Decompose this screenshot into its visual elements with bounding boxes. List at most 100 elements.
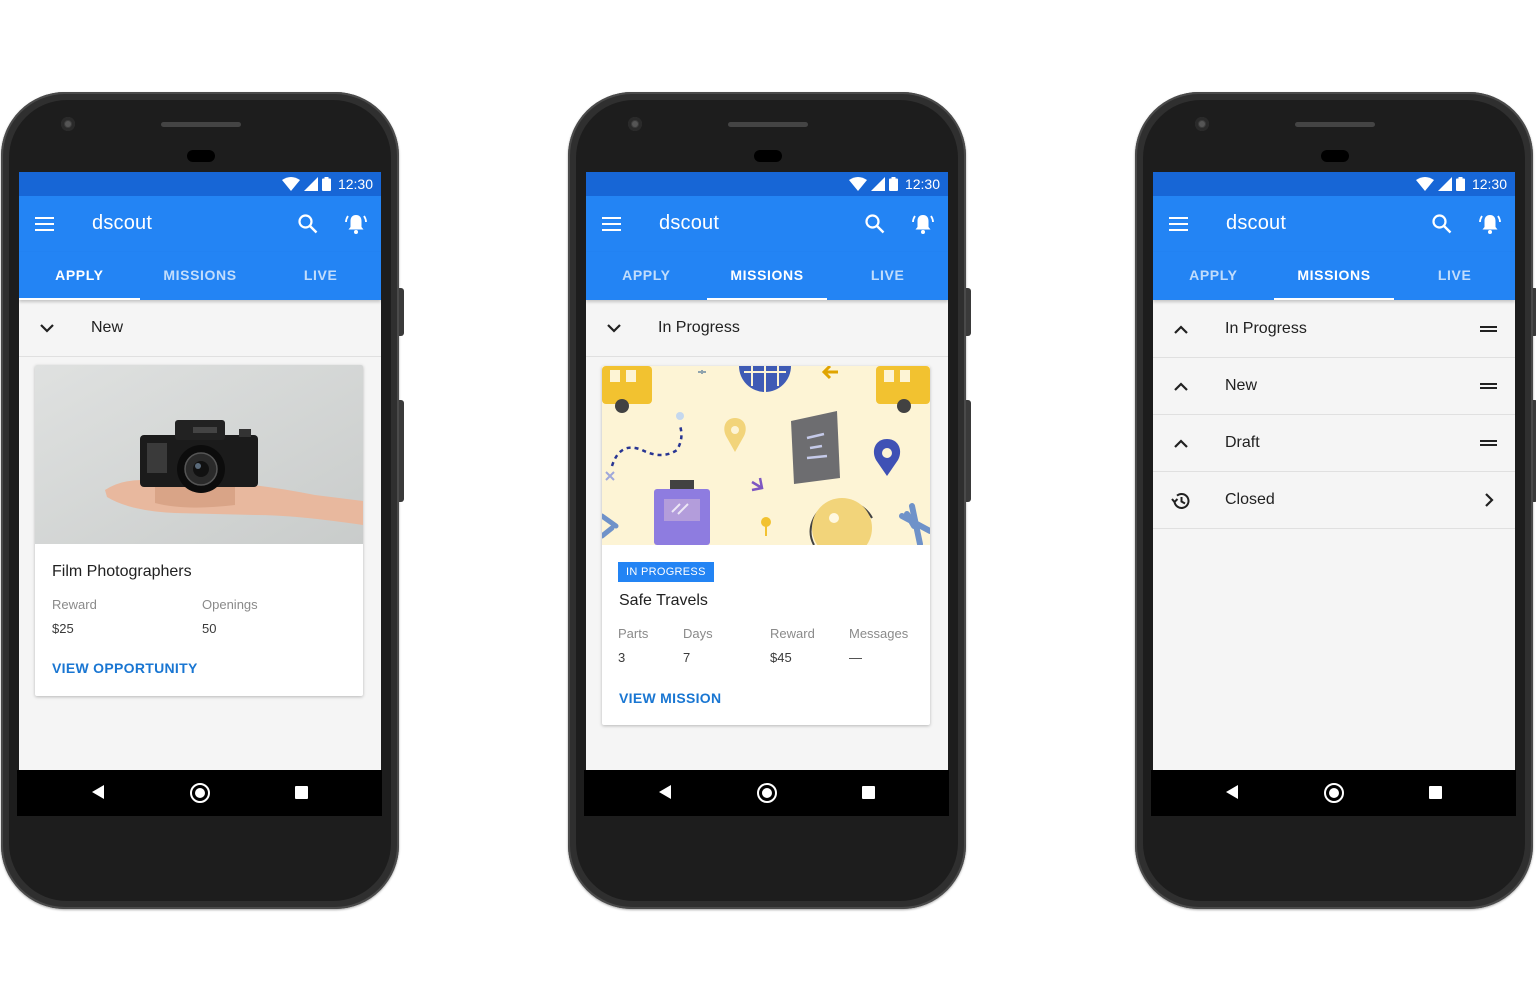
openings-label: Openings [202, 597, 258, 612]
app-bar: dscout [19, 196, 381, 252]
tab-bar: APPLY MISSIONS LIVE [1153, 252, 1515, 300]
parts-value: 3 [618, 650, 626, 665]
front-camera [628, 117, 642, 131]
tab-live[interactable]: LIVE [827, 252, 948, 300]
tab-missions[interactable]: MISSIONS [706, 252, 828, 300]
screen-missions: 12:30 dscout APPLY MISSIONS LIVE In Prog… [586, 172, 948, 815]
notification-bell-icon[interactable] [911, 212, 935, 236]
mission-card[interactable]: IN PROGRESS Safe Travels Parts 3 Days 7 … [602, 366, 930, 725]
home-icon[interactable] [190, 783, 210, 803]
status-time: 12:30 [337, 176, 373, 192]
section-row-new[interactable]: New [1153, 358, 1515, 415]
power-button [399, 288, 404, 336]
tab-apply[interactable]: APPLY [1153, 252, 1274, 300]
tab-missions[interactable]: MISSIONS [1273, 252, 1395, 300]
recent-apps-icon[interactable] [862, 786, 875, 799]
section-label: In Progress [658, 319, 740, 336]
status-bar: 12:30 [1153, 172, 1515, 196]
status-time: 12:30 [1471, 176, 1507, 192]
tab-bar: APPLY MISSIONS LIVE [19, 252, 381, 300]
wifi-icon [1415, 177, 1434, 191]
reward-value: $25 [52, 621, 74, 636]
drag-handle-icon[interactable] [1479, 376, 1499, 396]
section-header-in-progress[interactable]: In Progress [586, 300, 948, 357]
parts-label: Parts [618, 626, 649, 641]
power-button [966, 288, 971, 336]
back-icon[interactable] [92, 785, 104, 799]
wifi-icon [281, 177, 300, 191]
search-icon[interactable] [1430, 212, 1454, 236]
status-badge: IN PROGRESS [618, 562, 714, 582]
drag-handle-icon[interactable] [1479, 433, 1499, 453]
screen-missions-sections: 12:30 dscout APPLY MISSIONS LIVE In Prog… [1153, 172, 1515, 815]
view-mission-button[interactable]: VIEW MISSION [619, 690, 721, 706]
section-row-in-progress[interactable]: In Progress [1153, 301, 1515, 358]
menu-icon[interactable] [601, 213, 623, 235]
battery-icon [1455, 177, 1465, 191]
home-icon[interactable] [757, 783, 777, 803]
system-nav-bar [584, 770, 949, 816]
view-opportunity-button[interactable]: VIEW OPPORTUNITY [52, 660, 198, 676]
chevron-right-icon[interactable] [1479, 490, 1499, 510]
recent-apps-icon[interactable] [295, 786, 308, 799]
proximity-sensor [187, 150, 215, 162]
phone-device-1: 12:30 dscout APPLY MISSIONS LIVE New Fil… [1, 92, 404, 909]
openings-value: 50 [202, 621, 217, 636]
app-title: dscout [92, 212, 153, 234]
front-camera [1195, 117, 1209, 131]
home-icon[interactable] [1324, 783, 1344, 803]
tab-live[interactable]: LIVE [1394, 252, 1515, 300]
tab-missions[interactable]: MISSIONS [140, 252, 261, 300]
travel-illustration-image [602, 366, 930, 545]
section-label: New [1225, 377, 1258, 394]
system-nav-bar [1151, 770, 1516, 816]
screen-apply: 12:30 dscout APPLY MISSIONS LIVE New Fil… [19, 172, 381, 815]
back-icon[interactable] [1226, 785, 1238, 799]
section-row-draft[interactable]: Draft [1153, 415, 1515, 472]
messages-value: — [849, 650, 862, 665]
chevron-up-icon [1174, 439, 1188, 448]
status-bar: 12:30 [19, 172, 381, 196]
section-label: New [91, 319, 124, 336]
chevron-up-icon [1174, 382, 1188, 391]
reward-label: Reward [770, 626, 815, 641]
earpiece-speaker [728, 122, 808, 127]
reward-label: Reward [52, 597, 97, 612]
section-label: Draft [1225, 434, 1260, 451]
drag-handle-icon[interactable] [1479, 319, 1499, 339]
history-icon [1171, 492, 1190, 509]
earpiece-speaker [161, 122, 241, 127]
signal-icon [1437, 177, 1452, 191]
signal-icon [303, 177, 318, 191]
section-label: Closed [1225, 491, 1275, 508]
days-label: Days [683, 626, 713, 641]
recent-apps-icon[interactable] [1429, 786, 1442, 799]
back-icon[interactable] [659, 785, 671, 799]
proximity-sensor [754, 150, 782, 162]
menu-icon[interactable] [1168, 213, 1190, 235]
app-title: dscout [1226, 212, 1287, 234]
search-icon[interactable] [296, 212, 320, 236]
phone-device-3: 12:30 dscout APPLY MISSIONS LIVE In Prog… [1135, 92, 1536, 909]
wifi-icon [848, 177, 867, 191]
section-row-closed[interactable]: Closed [1153, 472, 1515, 529]
opportunity-card[interactable]: Film Photographers Reward $25 Openings 5… [35, 365, 363, 696]
tab-apply[interactable]: APPLY [19, 252, 140, 300]
status-bar: 12:30 [586, 172, 948, 196]
menu-icon[interactable] [34, 213, 56, 235]
notification-bell-icon[interactable] [1478, 212, 1502, 236]
tab-live[interactable]: LIVE [260, 252, 381, 300]
search-icon[interactable] [863, 212, 887, 236]
tab-bar: APPLY MISSIONS LIVE [586, 252, 948, 300]
tab-apply[interactable]: APPLY [586, 252, 707, 300]
volume-button [966, 400, 971, 502]
section-header-new[interactable]: New [19, 300, 381, 357]
camera-photo-image [35, 365, 363, 544]
chevron-up-icon [1174, 325, 1188, 334]
notification-bell-icon[interactable] [344, 212, 368, 236]
chevron-down-icon [607, 324, 621, 333]
volume-button [399, 400, 404, 502]
messages-label: Messages [849, 626, 909, 641]
signal-icon [870, 177, 885, 191]
section-label: In Progress [1225, 320, 1307, 337]
